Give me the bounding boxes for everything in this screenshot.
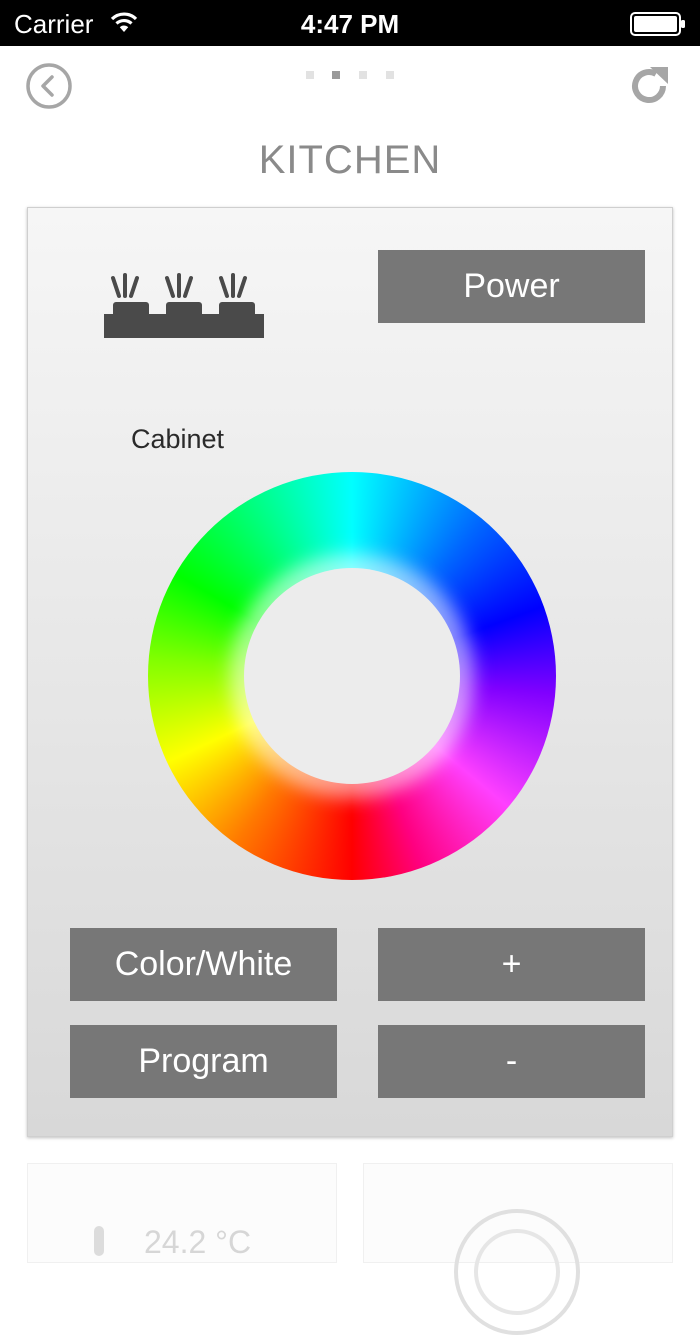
- room-title: KITCHEN: [258, 138, 442, 182]
- cabinet-lights-icon: [104, 273, 264, 338]
- page-indicator[interactable]: [306, 71, 396, 79]
- back-circle-icon[interactable]: [26, 63, 72, 109]
- page-dot[interactable]: [359, 71, 367, 79]
- power-button[interactable]: Power: [378, 250, 645, 323]
- color-wheel-center: [244, 568, 460, 784]
- zone-card: Power Cabinet Color/White + Program -: [27, 207, 673, 1137]
- page-dot[interactable]: [386, 71, 394, 79]
- color-wheel[interactable]: [148, 472, 556, 880]
- brightness-down-button[interactable]: -: [378, 1025, 645, 1098]
- temperature-card[interactable]: 24.2 °C: [27, 1163, 337, 1263]
- page-dot[interactable]: [306, 71, 314, 79]
- program-button[interactable]: Program: [70, 1025, 337, 1098]
- fan-icon: [454, 1209, 580, 1335]
- refresh-icon[interactable]: [626, 63, 672, 109]
- battery-icon: [630, 12, 685, 36]
- color-white-button[interactable]: Color/White: [70, 928, 337, 1001]
- clock: 4:47 PM: [300, 9, 400, 39]
- thermometer-icon: [94, 1226, 104, 1256]
- page-dot-active[interactable]: [332, 71, 340, 79]
- fan-icon-ring: [474, 1229, 560, 1315]
- brightness-up-button[interactable]: +: [378, 928, 645, 1001]
- status-bar: Carrier 4:47 PM: [0, 0, 700, 46]
- zone-label: Cabinet: [131, 424, 225, 454]
- fan-card[interactable]: [363, 1163, 673, 1335]
- temperature-readout: 24.2 °C: [144, 1224, 252, 1260]
